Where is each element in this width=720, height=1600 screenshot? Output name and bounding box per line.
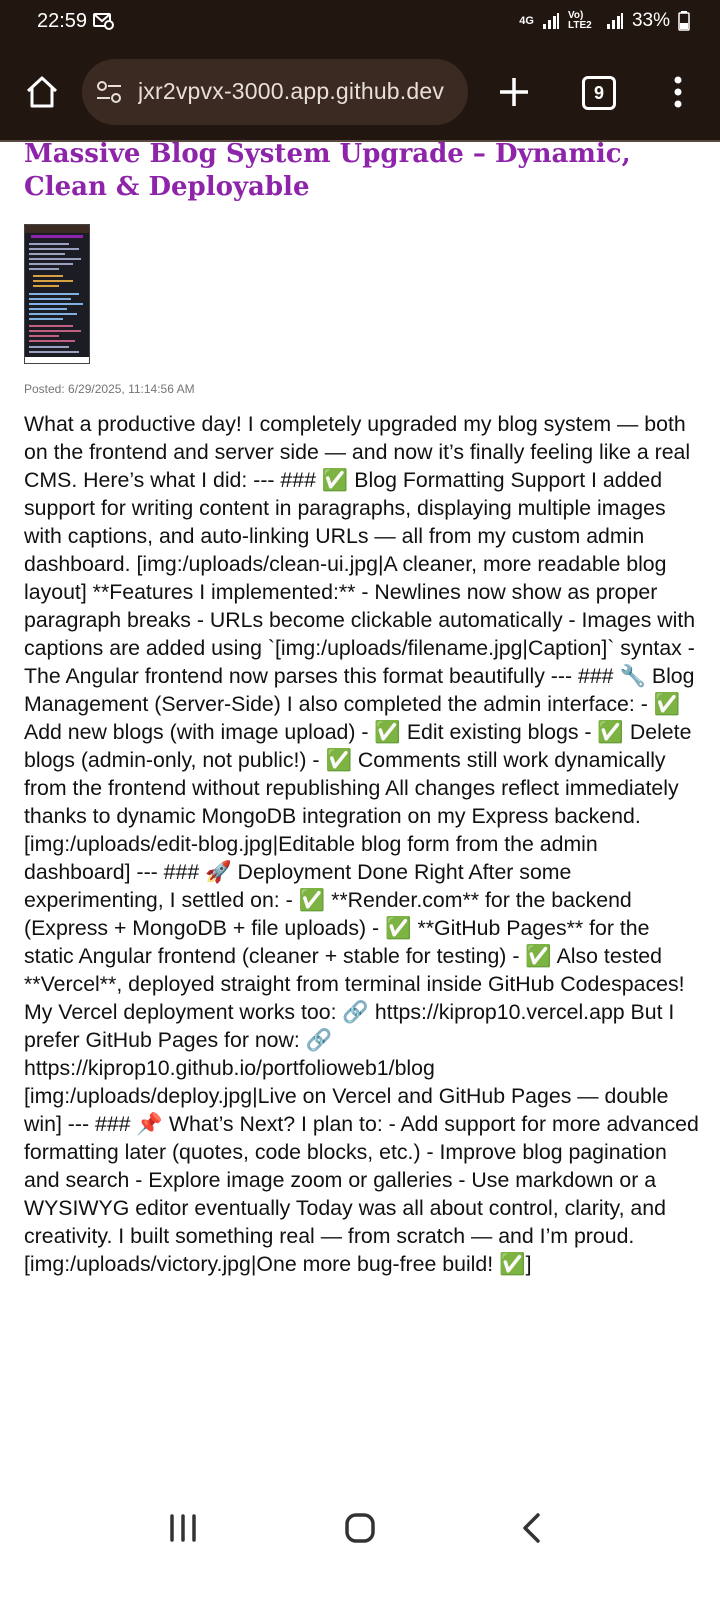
- recents-icon[interactable]: [168, 1514, 198, 1542]
- post-title: Massive Blog System Upgrade – Dynamic, C…: [24, 139, 631, 202]
- post-body: What a productive day! I completely upgr…: [24, 412, 705, 1276]
- screenshot-thumbnail-icon: [25, 225, 89, 363]
- nav-home-icon[interactable]: [344, 1512, 376, 1544]
- signal-icon: [542, 13, 559, 29]
- blog-post: Massive Blog System Upgrade – Dynamic, C…: [24, 138, 700, 1278]
- status-bar: 22:59 4G Vo) LTE2 33%: [0, 0, 720, 44]
- notification-settings-icon: [93, 13, 114, 30]
- battery-percent: 33%: [631, 10, 670, 31]
- url-text[interactable]: jxr2vpvx-3000.app.github.dev: [138, 78, 458, 105]
- back-icon[interactable]: [520, 1512, 544, 1544]
- address-bar[interactable]: jxr2vpvx-3000.app.github.dev: [82, 59, 468, 125]
- post-image[interactable]: [24, 224, 90, 364]
- tab-switcher-icon[interactable]: 9: [582, 76, 616, 110]
- more-vert-icon[interactable]: [668, 74, 688, 110]
- status-time: 22:59: [37, 10, 88, 32]
- signal-icon-2: [606, 13, 623, 29]
- network-4g-label: 4G: [519, 15, 534, 27]
- home-icon[interactable]: [24, 74, 60, 110]
- post-date: Posted: 6/29/2025, 11:14:56 AM: [24, 382, 195, 396]
- network-volte-label: Vo) LTE2: [567, 10, 592, 31]
- browser-toolbar: jxr2vpvx-3000.app.github.dev 9: [0, 44, 720, 142]
- tune-icon[interactable]: [96, 80, 122, 104]
- battery-icon: [678, 11, 690, 31]
- system-nav-bar: [0, 1490, 720, 1600]
- plus-icon[interactable]: [496, 74, 532, 110]
- status-right-icons: 4G Vo) LTE2 33%: [519, 10, 690, 32]
